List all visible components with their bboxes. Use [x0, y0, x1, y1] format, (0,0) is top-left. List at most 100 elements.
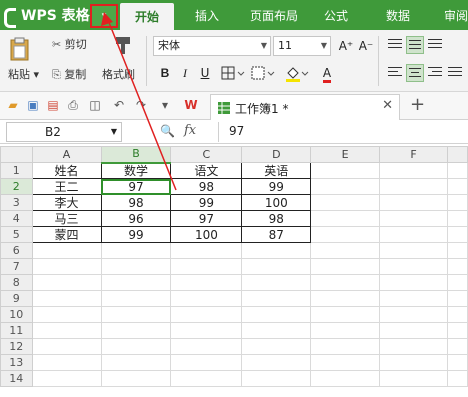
row-header[interactable]: 13 [0, 354, 33, 371]
save-icon[interactable]: ▣ [26, 98, 40, 112]
cell[interactable]: 99 [100, 226, 172, 243]
cell[interactable]: 97 [170, 210, 243, 227]
align-top-button[interactable] [386, 36, 404, 54]
zoom-search-icon[interactable]: 🔍 [160, 124, 175, 138]
row-header[interactable]: 2 [0, 178, 33, 195]
cell[interactable]: 英语 [241, 162, 312, 179]
cell[interactable]: 马三 [31, 210, 102, 227]
cell[interactable] [310, 322, 380, 339]
cell[interactable] [170, 242, 243, 259]
print-icon[interactable]: ⎙ [66, 98, 80, 112]
column-header[interactable]: C [170, 146, 243, 163]
cell[interactable] [310, 354, 380, 371]
borders-button[interactable] [220, 64, 246, 82]
cell[interactable] [170, 354, 243, 371]
cell[interactable]: 96 [100, 210, 172, 227]
merge-cells-button[interactable] [250, 64, 276, 82]
cell[interactable]: 姓名 [31, 162, 102, 179]
underline-button[interactable]: U [196, 64, 214, 82]
cell[interactable] [447, 258, 468, 275]
cell[interactable] [447, 194, 468, 211]
paste-label[interactable]: 粘贴 ▾ [8, 66, 39, 82]
justify-button[interactable] [446, 64, 464, 82]
cell[interactable]: 李大 [31, 194, 102, 211]
cell[interactable] [31, 290, 102, 307]
tab-page-layout[interactable]: 页面布局 [238, 0, 310, 30]
open-folder-icon[interactable]: ▰ [6, 98, 20, 112]
cell[interactable]: 王二 [31, 178, 102, 195]
row-header[interactable]: 7 [0, 258, 33, 275]
cell[interactable] [31, 242, 102, 259]
align-right-button[interactable] [426, 64, 444, 82]
tab-home[interactable]: 开始 [120, 3, 174, 30]
align-left-button[interactable] [386, 64, 404, 82]
formula-input[interactable]: 97 [218, 122, 466, 142]
cell[interactable] [447, 178, 468, 195]
cell[interactable] [241, 290, 312, 307]
tab-data[interactable]: 数据 [378, 0, 418, 30]
paste-button[interactable] [8, 36, 34, 62]
cell[interactable]: 100 [241, 194, 312, 211]
cell[interactable] [310, 370, 380, 387]
cell[interactable] [241, 338, 312, 355]
cell[interactable]: 87 [241, 226, 312, 243]
column-header[interactable]: E [310, 146, 380, 163]
cell[interactable] [170, 306, 243, 323]
cell[interactable]: 98 [170, 178, 243, 195]
row-header[interactable]: 8 [0, 274, 33, 291]
cell[interactable] [241, 242, 312, 259]
cell[interactable] [170, 322, 243, 339]
cut-button[interactable]: ✂ 剪切 [52, 36, 87, 52]
cell[interactable] [378, 370, 449, 387]
cell[interactable] [378, 306, 449, 323]
fill-color-button[interactable] [284, 64, 310, 82]
cell[interactable] [378, 322, 449, 339]
cell[interactable] [31, 354, 102, 371]
cell[interactable] [310, 194, 380, 211]
cell[interactable] [241, 322, 312, 339]
row-header[interactable]: 5 [0, 226, 33, 243]
cell[interactable] [170, 258, 243, 275]
cell[interactable] [378, 258, 449, 275]
italic-button[interactable]: I [176, 64, 194, 82]
chevron-down-icon[interactable]: ▾ [158, 98, 172, 112]
tab-insert[interactable]: 插入 [184, 0, 230, 30]
column-header[interactable]: F [378, 146, 449, 163]
document-tab[interactable]: 工作簿1 * ✕ [210, 94, 400, 120]
cell[interactable] [378, 354, 449, 371]
redo-icon[interactable]: ↷ [134, 98, 148, 112]
cell[interactable] [100, 290, 172, 307]
font-color-button[interactable]: A [314, 64, 340, 83]
app-menu[interactable]: WPS 表格 [2, 0, 90, 30]
cell[interactable] [31, 370, 102, 387]
insert-function-button[interactable]: fx [184, 123, 196, 138]
cell[interactable] [241, 354, 312, 371]
cell[interactable] [241, 306, 312, 323]
row-header[interactable]: 10 [0, 306, 33, 323]
cell[interactable] [310, 242, 380, 259]
cell[interactable] [447, 354, 468, 371]
cell[interactable] [241, 274, 312, 291]
active-cell[interactable]: 97 [100, 178, 172, 195]
cell[interactable] [31, 258, 102, 275]
format-painter-button[interactable]: 格式刷 [102, 66, 135, 82]
cell[interactable] [241, 370, 312, 387]
undo-icon[interactable]: ↶ [112, 98, 126, 112]
menu-dropdown-button[interactable]: ▾ [90, 4, 118, 28]
cell[interactable] [31, 274, 102, 291]
column-header[interactable] [447, 146, 468, 163]
column-header[interactable]: B [100, 146, 172, 164]
cell[interactable] [170, 338, 243, 355]
cell[interactable] [378, 210, 449, 227]
row-header[interactable]: 14 [0, 370, 33, 387]
cell[interactable]: 数学 [100, 162, 172, 179]
cell[interactable] [170, 370, 243, 387]
grow-font-button[interactable]: A⁺ [337, 37, 355, 55]
cell[interactable] [31, 306, 102, 323]
cell[interactable] [378, 162, 449, 179]
cell[interactable]: 蒙四 [31, 226, 102, 243]
cell[interactable]: 99 [241, 178, 312, 195]
row-header[interactable]: 9 [0, 290, 33, 307]
align-center-button[interactable] [406, 64, 424, 82]
cell[interactable] [100, 338, 172, 355]
